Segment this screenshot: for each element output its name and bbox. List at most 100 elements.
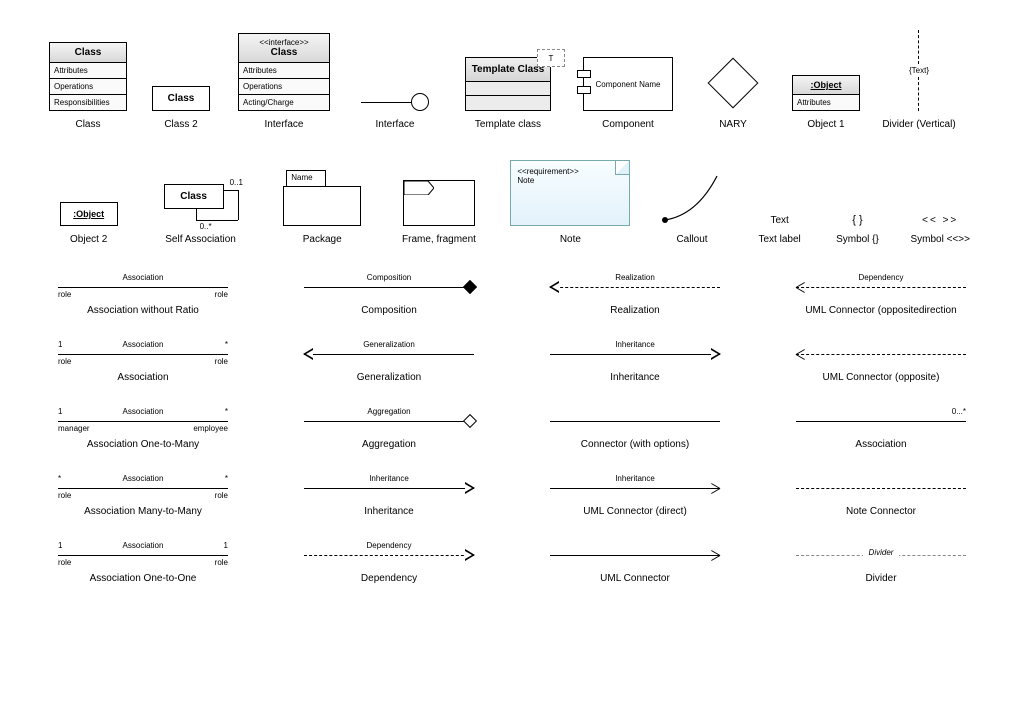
nary-diamond-icon [708, 58, 759, 109]
connector-cell: UML Connector [532, 543, 738, 584]
connector-caption: Divider [865, 573, 896, 584]
diamond-open-icon [463, 414, 477, 428]
interface-label: Interface [265, 119, 304, 130]
connector-line [796, 342, 966, 368]
object2-cell: :Object Object 2 [40, 202, 137, 245]
object2-symbol: :Object [60, 202, 118, 226]
connector-caption: Dependency [361, 573, 417, 584]
connector-cell: Association11roleroleAssociation One-to-… [40, 543, 246, 584]
conn-top-label: Realization [550, 273, 720, 282]
conn-top-label: Composition [304, 273, 474, 282]
connector-line: Dependency [304, 543, 474, 569]
component-label: Component [602, 119, 654, 130]
conn-tr: * [225, 474, 228, 483]
triangle-open-right-icon [465, 549, 475, 561]
package-label: Package [303, 234, 342, 245]
interface-head: <<interface>> Class [239, 34, 329, 63]
conn-br: employee [193, 424, 228, 433]
callout-icon [657, 170, 727, 226]
connector-caption: Association [117, 372, 168, 383]
connector-cell: UML Connector (opposite) [778, 342, 984, 383]
note-label: Note [560, 234, 581, 245]
connector-caption: Realization [610, 305, 659, 316]
braces-label: Symbol {} [836, 234, 879, 245]
connector-cell: AggregationAggregation [286, 409, 492, 450]
conn-tl: * [58, 474, 61, 483]
connector-cell: 0...* Association [778, 409, 984, 450]
connector-caption: Association [855, 439, 906, 450]
self-l4 [196, 208, 197, 220]
object1-cell: :Object Attributes Object 1 [778, 75, 874, 130]
connector-cell: Inheritance Inheritance [532, 342, 738, 383]
connector-line: Generalization [304, 342, 474, 368]
conn-bl: role [58, 558, 71, 567]
self-l3 [196, 220, 238, 221]
lollipop-cell: Interface [342, 93, 448, 130]
conn-tr: * [225, 407, 228, 416]
palette-row-2: :Object Object 2 Class 0..1 0..* Self As… [40, 160, 984, 245]
template-label: Template class [475, 119, 541, 130]
connector-caption: Association Many-to-Many [84, 506, 202, 517]
interface-stereo: <<interface>> [241, 38, 327, 47]
class2-cell: Class Class 2 [136, 86, 226, 130]
connector-line: Inheritance [550, 342, 720, 368]
connector-caption: UML Connector [600, 573, 670, 584]
guill-cell: << >> Symbol <<>> [896, 215, 984, 245]
self-l2 [238, 190, 239, 220]
connector-caption: UML Connector (oppositedirection [805, 305, 956, 316]
connector-cell: DependencyUML Connector (oppositedirecti… [778, 275, 984, 316]
connector-caption: Composition [361, 305, 417, 316]
conn-top-label: Aggregation [304, 407, 474, 416]
conn-top-label: Association [58, 407, 228, 416]
divider-text: Divider [863, 548, 900, 557]
class-ops: Operations [50, 79, 126, 95]
conn-br: role [215, 290, 228, 299]
guillemet-label: Symbol <<>> [910, 234, 969, 245]
conn-br: role [215, 357, 228, 366]
selfassoc-label: Self Association [165, 234, 236, 245]
conn-tl: 1 [58, 541, 62, 550]
connector-cell: InheritanceUML Connector (direct) [532, 476, 738, 517]
connector-line: Association11rolerole [58, 543, 228, 569]
conn-bl: role [58, 290, 71, 299]
connector-line: Association1*rolerole [58, 342, 228, 368]
interface-title: Class [241, 47, 327, 58]
class-title: Class [50, 43, 126, 63]
conn-top-label: Association [58, 474, 228, 483]
connector-caption: Association One-to-One [90, 573, 197, 584]
connector-caption: Inheritance [610, 372, 659, 383]
conn-top-label: Dependency [304, 541, 474, 550]
class2-symbol: Class [152, 86, 210, 111]
connector-caption: Generalization [357, 372, 421, 383]
connector-cell: Connector (with options) [532, 409, 738, 450]
package-symbol: Name [283, 170, 361, 226]
lollipop-symbol [361, 93, 429, 111]
interface-symbol: <<interface>> Class Attributes Operation… [238, 33, 330, 111]
divider-vertical-symbol: {Text} [909, 30, 929, 111]
component-cell: Component Name Component [568, 57, 688, 130]
conn-tr: 0...* [952, 407, 966, 416]
arrow-right-icon [708, 548, 720, 562]
connector-cell: Generalization Generalization [286, 342, 492, 383]
template-param: T [537, 49, 565, 67]
connector-line: Inheritance [550, 476, 720, 502]
connector-caption: Connector (with options) [581, 439, 689, 450]
self-l1 [224, 190, 238, 191]
connector-line: Associationrolerole [58, 275, 228, 301]
connectors-grid: AssociationroleroleAssociation without R… [40, 275, 984, 584]
conn-bl: role [58, 357, 71, 366]
conn-tr: * [225, 340, 228, 349]
nary-label: NARY [719, 119, 747, 130]
text-symbol: Text [770, 215, 788, 226]
connector-cell: Dependency Dependency [286, 543, 492, 584]
braces-cell: { } Symbol {} [819, 214, 897, 245]
connector-cell: Divider Divider [778, 543, 984, 584]
connector-line: Aggregation [304, 409, 474, 435]
conn-br: role [215, 558, 228, 567]
nary-cell: NARY [688, 55, 778, 130]
class-resp: Responsibilities [50, 95, 126, 110]
connector-line [550, 409, 720, 435]
arrow-right-icon [708, 481, 720, 495]
conn-top-label: Inheritance [550, 340, 720, 349]
connector-line: Realization [550, 275, 720, 301]
